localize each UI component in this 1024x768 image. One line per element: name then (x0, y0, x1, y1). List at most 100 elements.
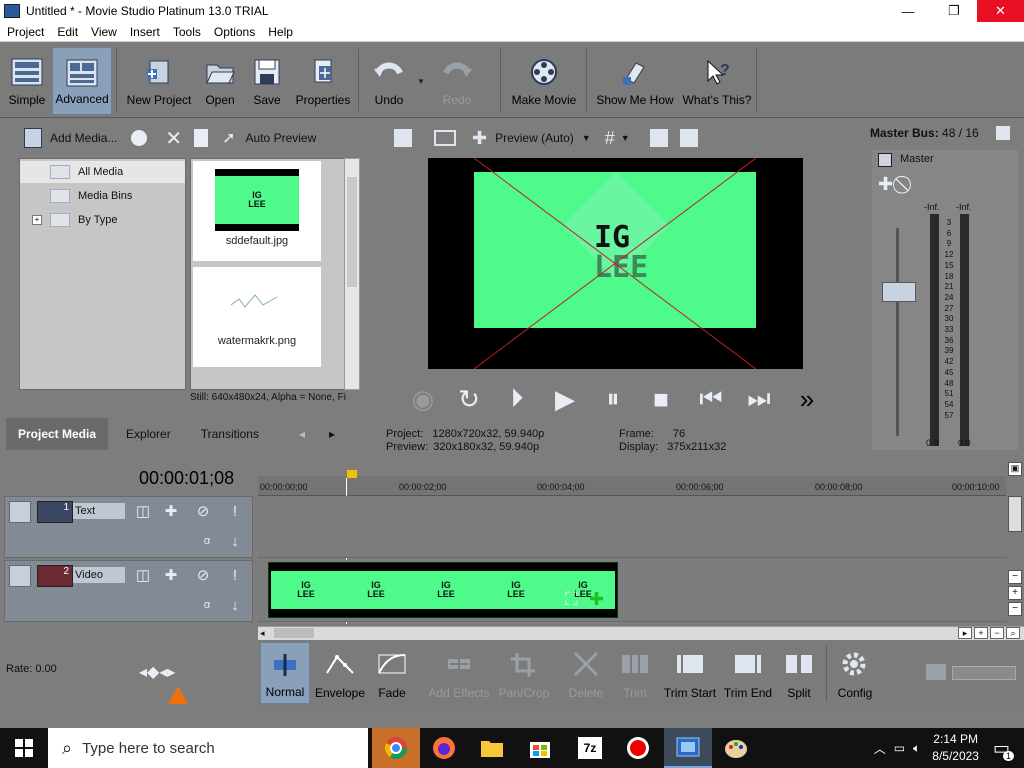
delete-button[interactable]: Delete (564, 642, 608, 704)
add-effects-button[interactable]: Add Effects (426, 642, 492, 704)
clock[interactable]: 2:14 PM 8/5/2023 (932, 731, 979, 765)
rate-slider-handle[interactable] (168, 686, 188, 704)
track-fx-icon[interactable]: ✚ (161, 565, 181, 585)
movie-studio-app-icon[interactable] (664, 728, 712, 768)
mute-track-icon[interactable]: ⊘ (193, 565, 213, 585)
track-name[interactable]: Text (73, 503, 125, 519)
track-zoom-reset-icon[interactable]: − (1008, 602, 1022, 616)
timeline-ruler[interactable]: 00:00:00;00 00:00:02;00 00:00:04;00 00:0… (258, 476, 1006, 496)
stop-button[interactable]: ■ (644, 382, 678, 416)
tab-explorer[interactable]: Explorer (108, 418, 183, 450)
maximize-button[interactable]: ❐ (931, 0, 977, 22)
snap-icon[interactable] (926, 664, 946, 680)
advanced-button[interactable]: Advanced (52, 47, 112, 115)
track-zoom-out-icon[interactable]: − (1008, 570, 1022, 584)
solo-track-icon[interactable]: ! (225, 501, 245, 521)
close-button[interactable]: ✕ (977, 0, 1024, 22)
show-me-how-button[interactable]: Show Me How (594, 47, 676, 115)
split-button[interactable]: Split (778, 642, 820, 704)
solo-track-icon[interactable]: ! (225, 565, 245, 585)
menu-insert[interactable]: Insert (123, 25, 166, 39)
go-to-start-button[interactable]: ⏮ (694, 382, 728, 416)
auto-preview-button[interactable]: Auto Preview (246, 131, 317, 145)
tab-project-media[interactable]: Project Media (6, 418, 109, 450)
loop-playback-button[interactable]: ↻ (452, 382, 486, 416)
timeline-horizontal-scrollbar[interactable]: ◂ ▸ + − ⌕ (258, 626, 1024, 640)
grid-icon[interactable]: # (605, 128, 615, 149)
minimize-button[interactable]: — (885, 0, 931, 22)
split-screen-icon[interactable]: ✚ (472, 128, 487, 149)
open-button[interactable]: Open (199, 47, 241, 115)
compositing-mode-icon[interactable]: α (197, 595, 217, 615)
play-button[interactable]: ▶ (548, 382, 582, 416)
mixer-options-icon[interactable] (996, 126, 1010, 140)
network-icon[interactable]: ▭ (894, 741, 905, 755)
master-insert-icon[interactable]: ✚ (878, 174, 893, 195)
mute-track-icon[interactable]: ⊘ (193, 501, 213, 521)
file-explorer-icon[interactable] (468, 728, 516, 768)
zoom-slider[interactable] (952, 666, 1016, 680)
trim-button[interactable]: Trim (612, 642, 658, 704)
menu-edit[interactable]: Edit (50, 25, 84, 39)
zoom-out-time-icon[interactable]: − (990, 627, 1004, 639)
compositing-mode-icon[interactable]: α (197, 531, 217, 551)
copy-snapshot-icon[interactable] (649, 129, 668, 147)
pan-crop-button[interactable]: Pan/Crop (498, 642, 550, 704)
scroll-thumb[interactable] (274, 628, 314, 638)
tab-scroll-left-icon[interactable]: ◂ (287, 418, 317, 450)
track-name[interactable]: Video (73, 567, 125, 583)
globe-icon[interactable] (131, 130, 148, 146)
tree-item-by-type[interactable]: + By Type (20, 209, 118, 231)
media-scrollbar[interactable] (344, 158, 360, 390)
new-project-button[interactable]: New Project (124, 47, 194, 115)
config-button[interactable]: Config (832, 642, 878, 704)
track-minimize-icon[interactable] (9, 565, 31, 587)
menu-project[interactable]: Project (0, 25, 50, 39)
preview-properties-icon[interactable] (394, 129, 412, 147)
record-button[interactable]: ◉ (406, 382, 440, 416)
chevron-up-icon[interactable]: ︿ (874, 740, 886, 757)
firefox-app-icon[interactable] (420, 728, 468, 768)
record-app-icon[interactable] (614, 728, 662, 768)
menu-tools[interactable]: Tools (166, 25, 207, 39)
monitor-icon[interactable] (434, 130, 456, 146)
make-movie-button[interactable]: Make Movie (508, 47, 580, 115)
notification-icon[interactable]: ▭ 1 (993, 738, 1014, 761)
track-header-video[interactable]: 2 Video ◫ ✚ ⊘ ! α ↓ (4, 560, 253, 622)
clip-fx-icon[interactable]: ✚ (589, 589, 604, 610)
whats-this-button[interactable]: ? What's This? (682, 47, 752, 115)
track-lane-text[interactable] (258, 496, 1006, 558)
rate-arrows-icon[interactable]: ◂◆◂▸ (139, 662, 175, 682)
trim-start-button[interactable]: Trim Start (662, 642, 718, 704)
properties-button[interactable]: Properties (292, 47, 354, 115)
marker-flag-icon[interactable] (347, 470, 357, 478)
preview-quality-dropdown[interactable]: Preview (Auto) (495, 131, 574, 145)
tree-item-all-media[interactable]: All Media (20, 161, 185, 183)
chrome-app-icon[interactable] (372, 728, 420, 768)
undo-button[interactable]: Undo (366, 47, 412, 115)
zoom-in-time-icon[interactable]: + (974, 627, 988, 639)
track-level-icon[interactable]: ↓ (225, 531, 245, 551)
track-motion-icon[interactable]: ◫ (133, 565, 153, 585)
add-media-button[interactable]: Add Media... (50, 131, 117, 145)
track-fx-icon[interactable]: ✚ (161, 501, 181, 521)
paint-app-icon[interactable] (712, 728, 760, 768)
menu-options[interactable]: Options (207, 25, 261, 39)
redo-button[interactable]: Redo (434, 47, 480, 115)
pan-crop-icon[interactable]: ⛶ (565, 589, 578, 610)
volume-icon[interactable]: 🔈︎ (913, 741, 920, 756)
menu-view[interactable]: View (84, 25, 123, 39)
simple-button[interactable]: Simple (4, 47, 50, 115)
tab-transitions[interactable]: Transitions (183, 418, 271, 450)
media-item-watermark[interactable]: watermakrk.png (193, 267, 321, 367)
undo-dropdown-button[interactable]: ▼ (416, 47, 426, 115)
zoom-tool-icon[interactable]: ⌕ (1006, 627, 1020, 639)
store-app-icon[interactable] (516, 728, 564, 768)
fade-edit-tool[interactable]: Fade (370, 642, 414, 704)
delete-icon[interactable]: ✕ (165, 126, 182, 151)
play-from-start-button[interactable]: ⏵ (500, 382, 534, 416)
7zip-app-icon[interactable]: 7z (566, 728, 614, 768)
vertical-scrollbar[interactable] (1008, 496, 1022, 532)
taskbar-search[interactable]: ⌕ Type here to search (48, 728, 368, 768)
save-button[interactable]: Save (250, 47, 284, 115)
